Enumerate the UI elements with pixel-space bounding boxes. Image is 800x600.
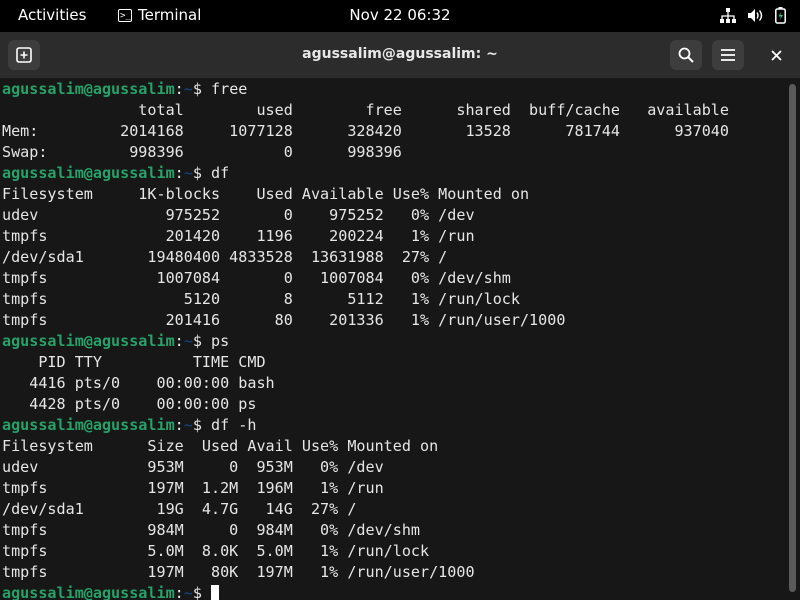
output-line: udev 975252 0 975252 0% /dev <box>2 206 475 224</box>
prompt-user-host: agussalim@agussalim <box>2 80 175 98</box>
output-line: tmpfs 5120 8 5112 1% /run/lock <box>2 290 520 308</box>
terminal-window: agussalim@agussalim: ~ agussalim@agussal… <box>0 32 800 600</box>
prompt-user-host: agussalim@agussalim <box>2 416 175 434</box>
new-tab-button[interactable] <box>8 40 40 70</box>
output-line: Mem: 2014168 1077128 328420 13528 781744… <box>2 122 729 140</box>
output-line: tmpfs 5.0M 8.0K 5.0M 1% /run/lock <box>2 542 430 560</box>
volume-icon[interactable] <box>747 8 764 27</box>
window-headerbar[interactable]: agussalim@agussalim: ~ <box>0 32 800 79</box>
prompt-path: ~ <box>183 584 193 600</box>
prompt-path: ~ <box>183 416 193 434</box>
prompt-user-host: agussalim@agussalim <box>2 332 175 350</box>
terminal-output[interactable]: agussalim@agussalim:~$ free total used f… <box>2 79 787 600</box>
output-line: Filesystem Size Used Avail Use% Mounted … <box>2 437 439 455</box>
prompt-sign: $ <box>192 164 212 182</box>
search-button[interactable] <box>670 40 702 70</box>
prompt-line: agussalim@agussalim:~$ free <box>2 79 787 100</box>
terminal-scrollbar[interactable] <box>789 84 796 592</box>
output-line: tmpfs 201420 1196 200224 1% /run <box>2 227 475 245</box>
prompt-path: ~ <box>183 164 193 182</box>
new-tab-icon <box>16 47 32 63</box>
window-title: agussalim@agussalim: ~ <box>302 46 498 62</box>
text-cursor[interactable] <box>211 585 220 600</box>
command-text: ps <box>211 332 230 350</box>
command-text: free <box>211 80 248 98</box>
app-menu-terminal[interactable]: >_ Terminal <box>118 6 201 24</box>
prompt-line: agussalim@agussalim:~$ df -h <box>2 415 787 436</box>
gnome-top-bar: Activities >_ Terminal Nov 22 06:32 <box>0 0 800 32</box>
output-line: tmpfs 201416 80 201336 1% /run/user/1000 <box>2 311 566 329</box>
hamburger-menu-icon <box>721 49 735 61</box>
output-line: udev 953M 0 953M 0% /dev <box>2 458 384 476</box>
main-menu-button[interactable] <box>712 40 744 70</box>
prompt-user-host: agussalim@agussalim <box>2 584 175 600</box>
output-line: total used free shared buff/cache availa… <box>2 101 729 119</box>
prompt-line: agussalim@agussalim:~$ df <box>2 163 787 184</box>
prompt-colon: : <box>174 416 184 434</box>
output-line: tmpfs 197M 1.2M 196M 1% /run <box>2 479 384 497</box>
search-icon <box>678 47 694 63</box>
output-line: Filesystem 1K-blocks Used Available Use%… <box>2 185 530 203</box>
command-text: df -h <box>211 416 257 434</box>
output-line: tmpfs 984M 0 984M 0% /dev/shm <box>2 521 421 539</box>
prompt-colon: : <box>174 584 184 600</box>
prompt-sign: $ <box>192 416 212 434</box>
prompt-line: agussalim@agussalim:~$ ps <box>2 331 787 352</box>
prompt-sign: $ <box>192 584 212 600</box>
prompt-path: ~ <box>183 80 193 98</box>
prompt-colon: : <box>174 164 184 182</box>
output-line: tmpfs 1007084 0 1007084 0% /dev/shm <box>2 269 511 287</box>
close-icon <box>770 49 782 61</box>
app-name-label: Terminal <box>138 6 202 24</box>
output-line: 4416 pts/0 00:00:00 bash <box>2 374 275 392</box>
close-window-button[interactable] <box>760 40 792 70</box>
prompt-path: ~ <box>183 332 193 350</box>
prompt-colon: : <box>174 332 184 350</box>
output-line: /dev/sda1 19G 4.7G 14G 27% / <box>2 500 357 518</box>
prompt-line: agussalim@agussalim:~$ <box>2 583 787 600</box>
prompt-user-host: agussalim@agussalim <box>2 164 175 182</box>
output-line: 4428 pts/0 00:00:00 ps <box>2 395 257 413</box>
output-line: tmpfs 197M 80K 197M 1% /run/user/1000 <box>2 563 475 581</box>
date-time-clock[interactable]: Nov 22 06:32 <box>349 6 450 24</box>
prompt-colon: : <box>174 80 184 98</box>
activities-button[interactable]: Activities <box>18 6 86 24</box>
system-tray[interactable] <box>720 7 786 28</box>
output-line: /dev/sda1 19480400 4833528 13631988 27% … <box>2 248 448 266</box>
output-line: Swap: 998396 0 998396 <box>2 143 402 161</box>
network-icon[interactable] <box>720 8 736 27</box>
prompt-sign: $ <box>192 80 212 98</box>
terminal-app-icon: >_ <box>118 8 132 22</box>
command-text: df <box>211 164 230 182</box>
output-line: PID TTY TIME CMD <box>2 353 266 371</box>
battery-icon[interactable] <box>775 7 786 28</box>
prompt-sign: $ <box>192 332 212 350</box>
